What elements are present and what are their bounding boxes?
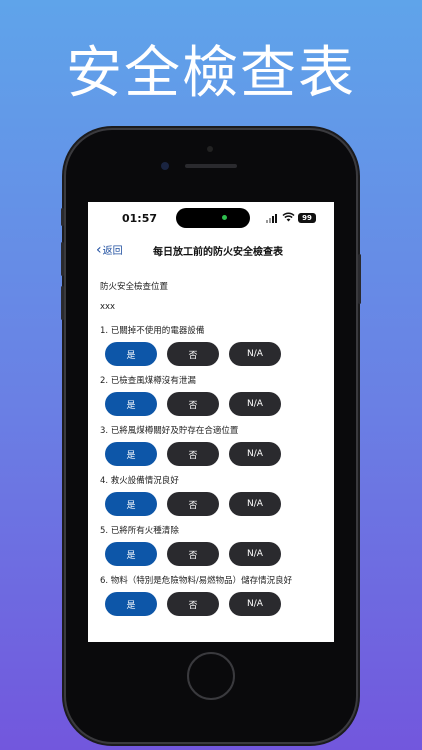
phone-volume-down (61, 286, 64, 320)
answer-group: 是 否 N/A (105, 542, 326, 566)
question-label: 1. 已關掉不使用的電器設備 (100, 326, 205, 336)
question-label: 6. 物料（特別是危險物料/易燃物品）儲存情況良好 (100, 576, 293, 586)
wifi-icon (282, 212, 295, 225)
location-value[interactable]: xxx (100, 302, 326, 316)
answer-no-button[interactable]: 否 (167, 592, 219, 616)
nav-bar: ‹ 返回 每日放工前的防火安全檢查表 (88, 238, 334, 262)
answer-yes-button[interactable]: 是 (105, 442, 157, 466)
answer-na-button[interactable]: N/A (229, 592, 281, 616)
answer-no-button[interactable]: 否 (167, 342, 219, 366)
phone-mute-switch (61, 208, 64, 226)
question-label: 2. 已檢查風煤樽沒有泄漏 (100, 376, 196, 386)
answer-na-button[interactable]: N/A (229, 492, 281, 516)
back-button[interactable]: ‹ 返回 (96, 241, 123, 258)
status-time: 01:57 (122, 212, 158, 225)
question-item: 5. 已將所有火種清除 是 否 N/A (100, 524, 326, 566)
question-label: 4. 救火設備情況良好 (100, 476, 179, 486)
scroll-fade (88, 630, 334, 642)
answer-no-button[interactable]: 否 (167, 392, 219, 416)
question-item: 6. 物料（特別是危險物料/易燃物品）儲存情況良好 是 否 N/A (100, 574, 326, 616)
question-label: 5. 已將所有火種清除 (100, 526, 179, 536)
answer-yes-button[interactable]: 是 (105, 342, 157, 366)
chevron-left-icon: ‹ (96, 241, 102, 258)
answer-yes-button[interactable]: 是 (105, 592, 157, 616)
answer-na-button[interactable]: N/A (229, 542, 281, 566)
phone-speaker (185, 164, 237, 168)
back-label: 返回 (102, 246, 123, 257)
cellular-signal-icon (266, 214, 280, 223)
home-button[interactable] (187, 652, 235, 700)
answer-group: 是 否 N/A (105, 342, 326, 366)
answer-group: 是 否 N/A (105, 442, 326, 466)
checklist-form: 防火安全檢查位置 xxx 1. 已關掉不使用的電器設備 是 否 N/A 2. 已… (100, 280, 326, 616)
battery-icon: 99 (298, 213, 316, 223)
app-screen: 01:57 99 ‹ 返回 每日放工前的防火安全檢查表 防火安全檢查位置 xxx… (88, 202, 334, 642)
phone-sensor (207, 146, 213, 152)
question-item: 2. 已檢查風煤樽沒有泄漏 是 否 N/A (100, 374, 326, 416)
location-label: 防火安全檢查位置 (100, 282, 169, 292)
phone-front-camera (161, 162, 169, 170)
camera-indicator-icon (222, 215, 227, 220)
answer-yes-button[interactable]: 是 (105, 392, 157, 416)
answer-group: 是 否 N/A (105, 592, 326, 616)
headline: 安全檢查表 (66, 41, 356, 106)
answer-na-button[interactable]: N/A (229, 342, 281, 366)
answer-yes-button[interactable]: 是 (105, 542, 157, 566)
page-title: 每日放工前的防火安全檢查表 (153, 247, 283, 258)
question-label: 3. 已將風煤樽關好及貯存在合適位置 (100, 426, 239, 436)
answer-group: 是 否 N/A (105, 392, 326, 416)
phone-power-button (358, 254, 361, 304)
answer-na-button[interactable]: N/A (229, 442, 281, 466)
phone-frame: 01:57 99 ‹ 返回 每日放工前的防火安全檢查表 防火安全檢查位置 xxx… (61, 130, 361, 742)
question-item: 3. 已將風煤樽關好及貯存在合適位置 是 否 N/A (100, 424, 326, 466)
question-item: 4. 救火設備情況良好 是 否 N/A (100, 474, 326, 516)
status-bar: 01:57 99 (88, 202, 334, 234)
answer-no-button[interactable]: 否 (167, 442, 219, 466)
dynamic-island (176, 208, 250, 228)
answer-group: 是 否 N/A (105, 492, 326, 516)
answer-yes-button[interactable]: 是 (105, 492, 157, 516)
answer-na-button[interactable]: N/A (229, 392, 281, 416)
answer-no-button[interactable]: 否 (167, 542, 219, 566)
question-item: 1. 已關掉不使用的電器設備 是 否 N/A (100, 324, 326, 366)
phone-volume-up (61, 242, 64, 276)
answer-no-button[interactable]: 否 (167, 492, 219, 516)
